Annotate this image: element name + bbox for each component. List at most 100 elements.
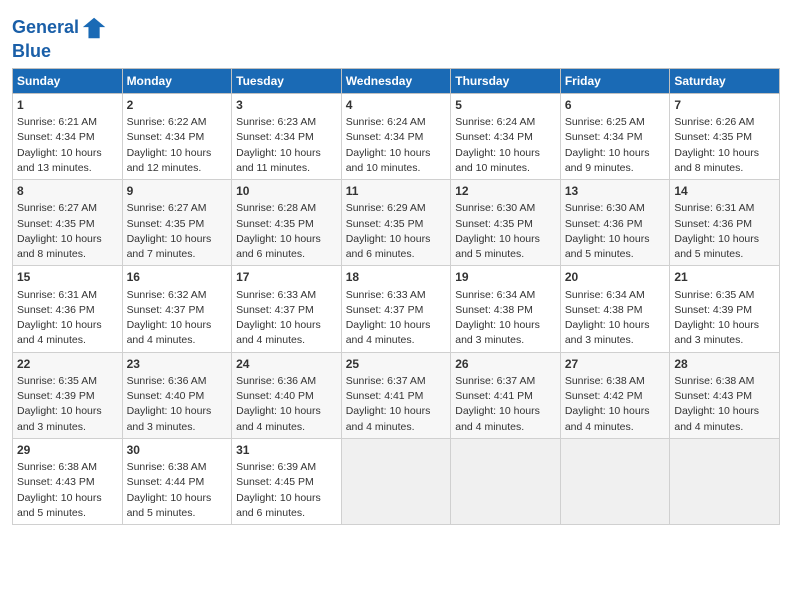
week-row-2: 8Sunrise: 6:27 AMSunset: 4:35 PMDaylight… <box>13 180 780 266</box>
daylight-minutes: and 4 minutes. <box>674 421 743 433</box>
daylight-minutes: and 5 minutes. <box>674 248 743 260</box>
daylight-minutes: and 3 minutes. <box>127 421 196 433</box>
day-number: 6 <box>565 97 666 114</box>
sunset-info: Sunset: 4:45 PM <box>236 476 314 488</box>
daylight-minutes: and 6 minutes. <box>236 507 305 519</box>
daylight-minutes: and 10 minutes. <box>346 162 421 174</box>
day-cell: 17Sunrise: 6:33 AMSunset: 4:37 PMDayligh… <box>232 266 342 352</box>
day-number: 16 <box>127 269 228 286</box>
sunset-info: Sunset: 4:39 PM <box>17 390 95 402</box>
sunset-info: Sunset: 4:34 PM <box>455 131 533 143</box>
daylight-info: Daylight: 10 hours <box>565 233 650 245</box>
daylight-minutes: and 4 minutes. <box>17 334 86 346</box>
daylight-minutes: and 8 minutes. <box>674 162 743 174</box>
sunset-info: Sunset: 4:35 PM <box>346 218 424 230</box>
col-header-tuesday: Tuesday <box>232 68 342 93</box>
calendar-header-row: SundayMondayTuesdayWednesdayThursdayFrid… <box>13 68 780 93</box>
daylight-info: Daylight: 10 hours <box>346 233 431 245</box>
sunset-info: Sunset: 4:41 PM <box>346 390 424 402</box>
sunset-info: Sunset: 4:34 PM <box>346 131 424 143</box>
day-number: 7 <box>674 97 775 114</box>
day-cell: 23Sunrise: 6:36 AMSunset: 4:40 PMDayligh… <box>122 352 232 438</box>
sunrise-info: Sunrise: 6:27 AM <box>17 202 97 214</box>
sunset-info: Sunset: 4:40 PM <box>236 390 314 402</box>
sunrise-info: Sunrise: 6:34 AM <box>565 289 645 301</box>
day-number: 1 <box>17 97 118 114</box>
sunset-info: Sunset: 4:43 PM <box>17 476 95 488</box>
daylight-minutes: and 13 minutes. <box>17 162 92 174</box>
col-header-monday: Monday <box>122 68 232 93</box>
day-number: 11 <box>346 183 447 200</box>
header: General Blue <box>12 10 780 62</box>
day-number: 23 <box>127 356 228 373</box>
day-cell: 18Sunrise: 6:33 AMSunset: 4:37 PMDayligh… <box>341 266 451 352</box>
sunset-info: Sunset: 4:36 PM <box>565 218 643 230</box>
daylight-info: Daylight: 10 hours <box>127 233 212 245</box>
day-number: 25 <box>346 356 447 373</box>
day-number: 3 <box>236 97 337 114</box>
daylight-minutes: and 12 minutes. <box>127 162 202 174</box>
day-number: 17 <box>236 269 337 286</box>
day-number: 5 <box>455 97 556 114</box>
day-cell: 27Sunrise: 6:38 AMSunset: 4:42 PMDayligh… <box>560 352 670 438</box>
day-cell: 9Sunrise: 6:27 AMSunset: 4:35 PMDaylight… <box>122 180 232 266</box>
day-cell: 14Sunrise: 6:31 AMSunset: 4:36 PMDayligh… <box>670 180 780 266</box>
sunrise-info: Sunrise: 6:29 AM <box>346 202 426 214</box>
day-cell: 16Sunrise: 6:32 AMSunset: 4:37 PMDayligh… <box>122 266 232 352</box>
sunset-info: Sunset: 4:38 PM <box>455 304 533 316</box>
sunrise-info: Sunrise: 6:39 AM <box>236 461 316 473</box>
day-cell: 6Sunrise: 6:25 AMSunset: 4:34 PMDaylight… <box>560 93 670 179</box>
daylight-info: Daylight: 10 hours <box>346 319 431 331</box>
daylight-minutes: and 4 minutes. <box>346 334 415 346</box>
daylight-info: Daylight: 10 hours <box>565 147 650 159</box>
daylight-info: Daylight: 10 hours <box>565 405 650 417</box>
daylight-minutes: and 9 minutes. <box>565 162 634 174</box>
daylight-info: Daylight: 10 hours <box>236 147 321 159</box>
day-cell: 26Sunrise: 6:37 AMSunset: 4:41 PMDayligh… <box>451 352 561 438</box>
week-row-1: 1 Sunrise: 6:21 AM Sunset: 4:34 PM Daylight… <box>13 93 780 179</box>
daylight-info: Daylight: 10 hours <box>455 233 540 245</box>
daylight-minutes: and 6 minutes. <box>346 248 415 260</box>
day-cell: 20Sunrise: 6:34 AMSunset: 4:38 PMDayligh… <box>560 266 670 352</box>
sunrise-info: Sunrise: 6:33 AM <box>346 289 426 301</box>
day-cell: 25Sunrise: 6:37 AMSunset: 4:41 PMDayligh… <box>341 352 451 438</box>
sunset-info: Sunset: 4:39 PM <box>674 304 752 316</box>
sunset-info: Sunset: 4:35 PM <box>455 218 533 230</box>
day-cell: 30Sunrise: 6:38 AMSunset: 4:44 PMDayligh… <box>122 438 232 524</box>
daylight-info: Daylight: 10 hours <box>674 147 759 159</box>
day-cell: 10Sunrise: 6:28 AMSunset: 4:35 PMDayligh… <box>232 180 342 266</box>
sunset-info: Sunset: 4:37 PM <box>127 304 205 316</box>
sunset-info: Sunset: 4:44 PM <box>127 476 205 488</box>
day-cell: 11 Sunrise: 6:29 AM Sunset: 4:35 PM Dayligh… <box>341 180 451 266</box>
sunrise-info: Sunrise: 6:30 AM <box>455 202 535 214</box>
sunset-info: Sunset: 4:34 PM <box>127 131 205 143</box>
day-number: 24 <box>236 356 337 373</box>
sunrise-info: Sunrise: 6:26 AM <box>674 116 754 128</box>
sunrise-info: Sunrise: 6:21 AM <box>17 116 97 128</box>
sunset-info: Sunset: 4:43 PM <box>674 390 752 402</box>
day-number: 18 <box>346 269 447 286</box>
sunset-info: Sunset: 4:41 PM <box>455 390 533 402</box>
daylight-info: Daylight: 10 hours <box>17 405 102 417</box>
sunrise-info: Sunrise: 6:24 AM <box>346 116 426 128</box>
day-cell: 24Sunrise: 6:36 AMSunset: 4:40 PMDayligh… <box>232 352 342 438</box>
week-row-5: 29Sunrise: 6:38 AMSunset: 4:43 PMDayligh… <box>13 438 780 524</box>
sunrise-info: Sunrise: 6:32 AM <box>127 289 207 301</box>
day-cell: 8Sunrise: 6:27 AMSunset: 4:35 PMDaylight… <box>13 180 123 266</box>
sunrise-info: Sunrise: 6:30 AM <box>565 202 645 214</box>
daylight-info: Daylight: 10 hours <box>346 147 431 159</box>
daylight-info: Daylight: 10 hours <box>565 319 650 331</box>
day-number: 19 <box>455 269 556 286</box>
sunrise-info: Sunrise: 6:35 AM <box>674 289 754 301</box>
daylight-minutes: and 3 minutes. <box>674 334 743 346</box>
daylight-minutes: and 8 minutes. <box>17 248 86 260</box>
sunset-info: Sunset: 4:42 PM <box>565 390 643 402</box>
col-header-thursday: Thursday <box>451 68 561 93</box>
sunrise-info: Sunrise: 6:37 AM <box>346 375 426 387</box>
week-row-4: 22Sunrise: 6:35 AMSunset: 4:39 PMDayligh… <box>13 352 780 438</box>
daylight-minutes: and 4 minutes. <box>236 334 305 346</box>
daylight-info: Daylight: 10 hours <box>455 405 540 417</box>
sunrise-info: Sunrise: 6:34 AM <box>455 289 535 301</box>
daylight-minutes: and 5 minutes. <box>127 507 196 519</box>
sunrise-info: Sunrise: 6:28 AM <box>236 202 316 214</box>
